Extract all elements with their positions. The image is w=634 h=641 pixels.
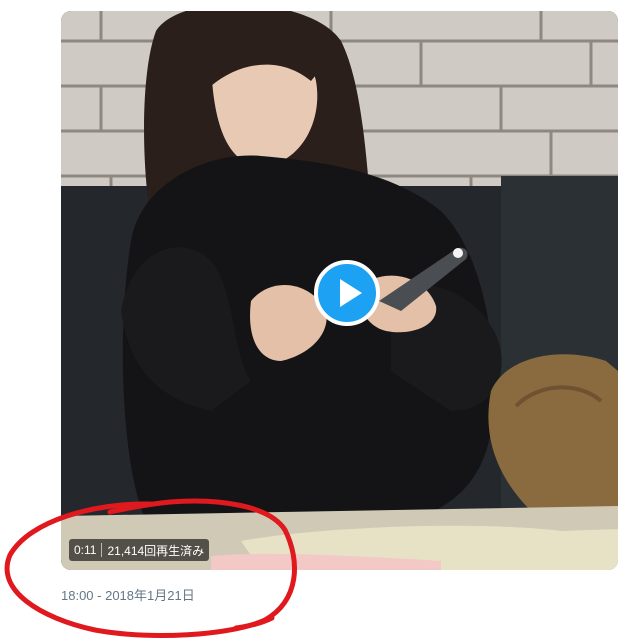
video-stats-badge: 0:11 21,414回再生済み bbox=[69, 539, 210, 561]
play-button[interactable] bbox=[314, 260, 380, 326]
video-player[interactable]: 0:11 21,414回再生済み bbox=[61, 11, 618, 570]
play-icon bbox=[340, 279, 362, 307]
tweet-page: 0:11 21,414回再生済み 18:00 - 2018年1月21日 bbox=[0, 0, 634, 641]
stats-divider bbox=[101, 543, 103, 557]
video-view-count: 21,414回再生済み bbox=[107, 543, 205, 558]
video-duration: 0:11 bbox=[74, 543, 97, 557]
tweet-timestamp-link[interactable]: 18:00 - 2018年1月21日 bbox=[61, 585, 195, 604]
